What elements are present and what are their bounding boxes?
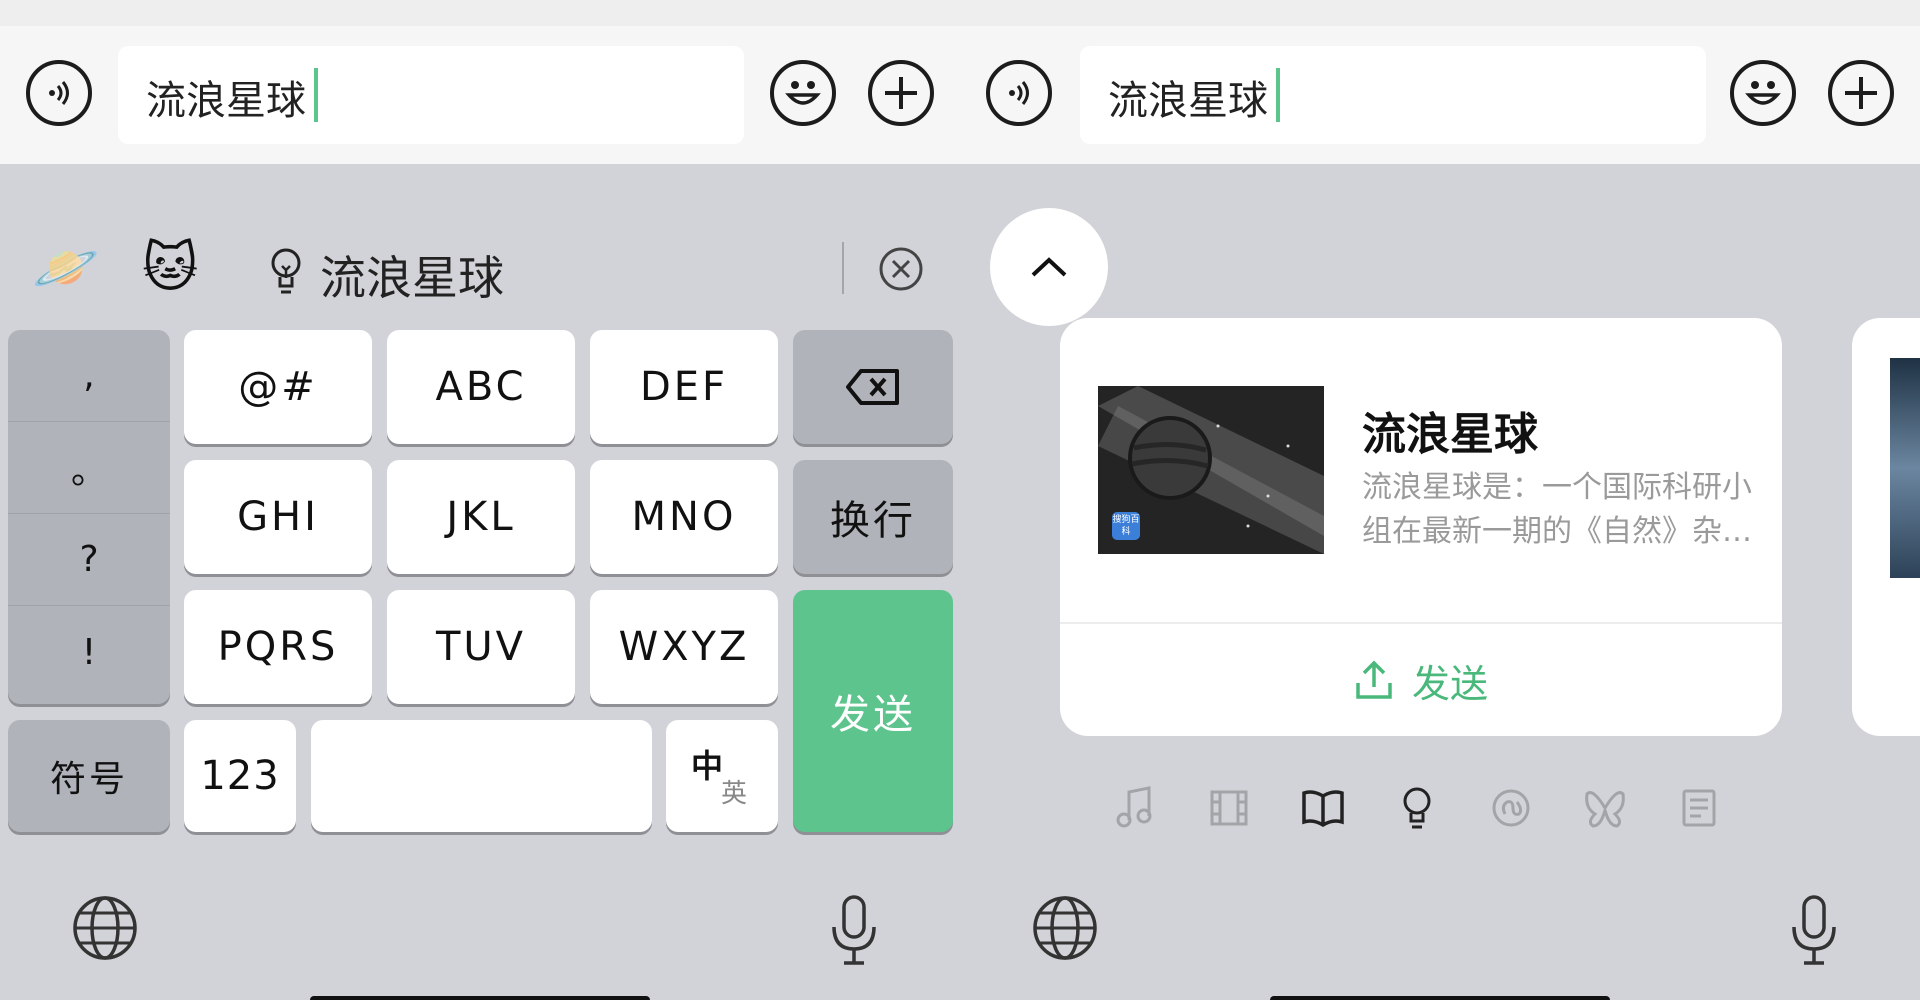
book-icon[interactable] xyxy=(1298,780,1348,836)
status-strip xyxy=(960,0,1920,26)
search-card-panel: 流浪星球 搜狗百科 流浪星球 流浪星球是：一个国际科研小组在最新一期的《自然》杂… xyxy=(960,0,1920,1000)
input-bar: 流浪星球 xyxy=(960,26,1920,164)
text-caret xyxy=(1276,68,1280,122)
suggestion-divider xyxy=(842,242,844,294)
card-send-label: 发送 xyxy=(1411,661,1488,706)
numbers-key[interactable]: 123 xyxy=(184,720,296,832)
card-send-button[interactable]: 发送 xyxy=(1060,624,1782,736)
message-input-text: 流浪星球 xyxy=(146,78,306,124)
document-icon[interactable] xyxy=(1674,780,1724,836)
suggestion-text[interactable]: 流浪星球 xyxy=(320,242,504,308)
punctuation-column: , 。 ? ! xyxy=(8,330,170,704)
key-tuv[interactable]: TUV xyxy=(387,590,575,704)
keyboard-panel: 流浪星球 🪐 🐱 流浪星球 , 。 ? ! @# ABC DEF GHI JKL… xyxy=(0,0,960,1000)
space-key[interactable] xyxy=(311,720,652,832)
next-card-thumbnail xyxy=(1890,358,1920,578)
key-mno[interactable]: MNO xyxy=(590,460,778,574)
film-icon[interactable] xyxy=(1204,780,1254,836)
message-input-text: 流浪星球 xyxy=(1108,78,1268,124)
voice-input-icon[interactable] xyxy=(986,60,1052,126)
card-title: 流浪星球 xyxy=(1362,409,1538,460)
microphone-icon[interactable] xyxy=(830,895,878,971)
key-pqrs[interactable]: PQRS xyxy=(184,590,372,704)
voice-input-icon[interactable] xyxy=(26,60,92,126)
key-jkl[interactable]: JKL xyxy=(387,460,575,574)
newline-key[interactable]: 换行 xyxy=(793,460,953,574)
punct-period-key[interactable]: 。 xyxy=(8,422,170,514)
planet-emoji[interactable]: 🪐 xyxy=(32,236,99,300)
next-card-preview[interactable] xyxy=(1852,318,1920,736)
text-caret xyxy=(314,68,318,122)
message-input[interactable]: 流浪星球 xyxy=(1080,46,1706,144)
key-abc[interactable]: ABC xyxy=(387,330,575,444)
lightbulb-icon xyxy=(266,244,306,302)
home-indicator xyxy=(1270,996,1610,1000)
punct-exclamation-key[interactable]: ! xyxy=(8,606,170,698)
share-upload-icon xyxy=(1356,660,1392,699)
backspace-icon xyxy=(846,369,899,405)
send-key[interactable]: 发送 xyxy=(793,590,953,832)
cat-emoji[interactable]: 🐱 xyxy=(142,236,198,299)
key-wxyz[interactable]: WXYZ xyxy=(590,590,778,704)
punct-question-key[interactable]: ? xyxy=(8,514,170,606)
backspace-key[interactable] xyxy=(793,330,953,444)
language-switch-key[interactable]: 中 英 xyxy=(666,720,778,832)
key-ghi[interactable]: GHI xyxy=(184,460,372,574)
emoji-icon[interactable] xyxy=(770,60,836,126)
suggestion-bar: 🪐 🐱 流浪星球 xyxy=(0,220,960,320)
mini-program-icon[interactable] xyxy=(1486,780,1536,836)
sogou-baike-badge: 搜狗百科 xyxy=(1112,512,1140,540)
message-input[interactable]: 流浪星球 xyxy=(118,46,744,144)
punct-comma-key[interactable]: , xyxy=(8,330,170,422)
lang-en-label: 英 xyxy=(721,779,751,809)
music-icon[interactable] xyxy=(1110,780,1160,836)
lightbulb-tab-icon[interactable] xyxy=(1392,780,1442,836)
status-strip xyxy=(0,0,960,26)
microphone-icon[interactable] xyxy=(1790,895,1838,971)
encyclopedia-card[interactable]: 搜狗百科 流浪星球 流浪星球是：一个国际科研小组在最新一期的《自然》杂… 发送 xyxy=(1060,318,1782,736)
card-description: 流浪星球是：一个国际科研小组在最新一期的《自然》杂… xyxy=(1362,470,1752,549)
symbols-key[interactable]: 符号 xyxy=(8,720,170,832)
chevron-up-icon xyxy=(1031,257,1067,277)
add-icon[interactable] xyxy=(868,60,934,126)
close-suggestion-icon[interactable] xyxy=(878,246,924,296)
butterfly-icon[interactable] xyxy=(1580,780,1630,836)
content-type-tabs xyxy=(1110,780,1750,840)
add-icon[interactable] xyxy=(1828,60,1894,126)
input-bar: 流浪星球 xyxy=(0,26,960,164)
emoji-icon[interactable] xyxy=(1730,60,1796,126)
globe-icon[interactable] xyxy=(72,895,138,965)
collapse-button[interactable] xyxy=(990,208,1108,326)
globe-icon[interactable] xyxy=(1032,895,1098,965)
key-def[interactable]: DEF xyxy=(590,330,778,444)
key-symbols-at[interactable]: @# xyxy=(184,330,372,444)
planet-thumbnail: 搜狗百科 xyxy=(1098,386,1324,554)
home-indicator xyxy=(310,996,650,1000)
